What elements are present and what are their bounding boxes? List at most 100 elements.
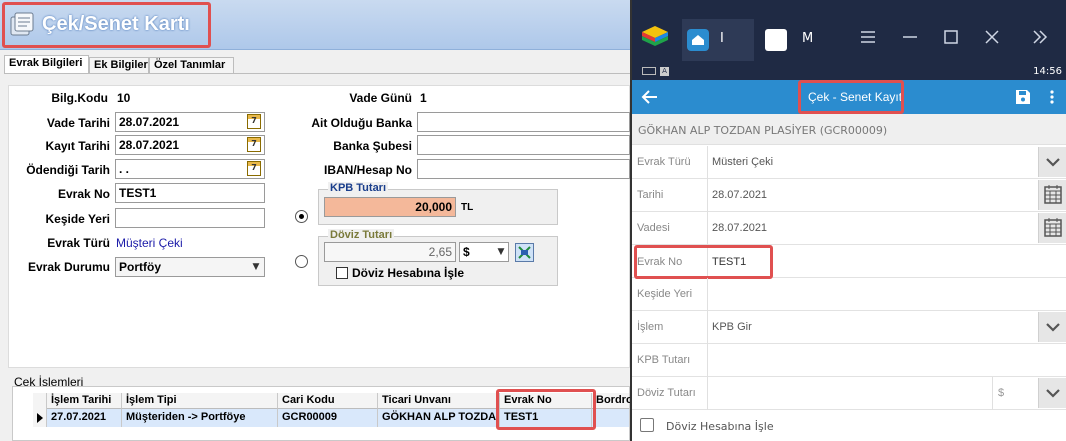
back-arrow-icon[interactable] [641,89,659,105]
ait-banka-input[interactable] [417,112,630,132]
emulator-tab-app[interactable]: M [760,19,832,61]
form-row[interactable]: İşlem KPB Gir [632,311,1066,344]
form-row[interactable]: Vadesi 28.07.2021 [632,212,1066,245]
kpb-currency: TL [461,202,474,213]
evrak-no-highlight [634,245,773,279]
tab-ek-bilgiler[interactable]: Ek Bilgiler [89,57,149,74]
table-cell[interactable]: 27.07.2021 [47,409,122,427]
form-row[interactable]: Evrak Türü Müsteri Çeki [632,146,1066,179]
row-pointer-icon [37,413,43,423]
evrak-no-input[interactable]: TEST1 [115,183,265,203]
keyboard-icon [642,67,656,75]
calendar-icon[interactable]: 7 [247,137,261,152]
chevron-down-icon[interactable] [1038,312,1066,342]
evrak-turu-label: Evrak Türü [637,156,691,168]
tab-evrak-bilgileri[interactable]: Evrak Bilgileri [4,55,89,74]
android-status-bar: A 14:56 [632,64,1066,80]
kpb-radio[interactable] [295,210,308,223]
col-islem-tarihi[interactable]: İşlem Tarihi [47,393,122,409]
banka-subesi-label: Banka Şubesi [333,139,412,153]
customer-name: GÖKHAN ALP TOZDAN PLASİYER (GCR00009) [638,124,888,137]
chevron-down-icon[interactable] [1038,378,1066,408]
col-cari-kodu[interactable]: Cari Kodu [278,393,378,409]
kayit-tarihi-input[interactable]: 28.07.2021 [115,135,265,155]
tarihi-value: 28.07.2021 [712,189,768,201]
iban-label: IBAN/Hesap No [323,163,412,177]
doviz-checkbox-label: Döviz Hesabına İşle [666,420,774,433]
save-icon[interactable] [1015,89,1031,105]
keside-yeri-label: Keşide Yeri [637,288,693,300]
expand-sidebar-icon[interactable] [1032,30,1048,44]
table-cell[interactable]: GCR00009 [278,409,378,427]
doviz-hesap-checkbox[interactable] [336,267,348,279]
chevron-down-icon[interactable] [1038,147,1066,177]
calendar-icon[interactable] [1038,213,1066,243]
banka-subesi-input[interactable] [417,135,630,155]
menu-icon[interactable] [860,30,876,44]
keside-yeri-label: Keşide Yeri [45,212,111,226]
minimize-icon[interactable] [902,30,918,44]
appbar-title-highlight [798,80,904,114]
form-row[interactable]: Keşide Yeri [632,278,1066,311]
calendar-icon[interactable]: 7 [247,114,261,129]
bilg-kodu-label: Bilg.Kodu [51,91,108,105]
separator [707,377,708,410]
calendar-icon[interactable] [1038,180,1066,210]
emulator-tab-label: I [720,31,724,46]
islem-label: İşlem [637,321,664,333]
emulator-tab-home[interactable]: I [682,19,754,61]
form-row[interactable]: Evrak No TEST1 [632,245,1066,279]
evrak-turu-value: Müşteri Çeki [116,236,183,250]
kpb-tutari-label: KPB Tutarı [637,354,691,366]
keside-yeri-input[interactable] [115,208,265,228]
table-cell[interactable]: Müşteriden -> Portföye [122,409,278,427]
app-thumbnail-icon [765,29,787,51]
form-row[interactable]: Döviz Tutarı $ [632,377,1066,410]
ait-banka-label: Ait Olduğu Banka [311,116,412,130]
form-row[interactable]: KPB Tutarı [632,344,1066,377]
evrak-no-label: Evrak No [57,187,110,201]
evrak-turu-label: Evrak Türü [47,236,110,250]
calendar-icon[interactable]: 7 [247,161,261,176]
separator [707,179,708,212]
home-icon [687,29,709,51]
doviz-radio[interactable] [295,255,308,268]
vadesi-value: 28.07.2021 [712,222,768,234]
vade-tarihi-input[interactable]: 28.07.2021 [115,112,265,132]
doviz-checkbox-row[interactable]: Döviz Hesabına İşle [632,410,1066,441]
doviz-tutari-label: Döviz Tutarı [637,387,696,399]
odendigi-tarih-input[interactable]: . . [115,159,265,179]
doviz-currency-value: $ [998,387,1005,399]
separator [707,344,708,377]
table-cell[interactable]: GÖKHAN ALP TOZDAN [378,409,500,427]
vade-gunu-label: Vade Günü [349,91,412,105]
evrak-durumu-select[interactable]: Portföy [115,257,265,277]
cek-senet-window: Çek/Senet Kartı Evrak Bilgileri Ek Bilgi… [0,0,630,441]
islem-value: KPB Gir [712,321,752,333]
doviz-checkbox[interactable] [640,418,654,432]
more-vert-icon[interactable] [1049,89,1055,105]
col-islem-tipi[interactable]: İşlem Tipi [122,393,278,409]
chevron-down-icon[interactable]: ▼ [249,258,263,276]
notification-icon: A [660,67,669,76]
kpb-title: KPB Tutarı [328,182,389,194]
tab-ozel-tanimlar[interactable]: Özel Tanımlar [149,57,234,74]
kpb-amount-input[interactable]: 20,000 [324,197,456,217]
col-bordro[interactable]: Bordro [592,393,630,409]
form-row[interactable]: Tarihi 28.07.2021 [632,179,1066,212]
exchange-rate-icon[interactable] [515,243,534,262]
doviz-amount-input[interactable]: 2,65 [324,242,456,262]
iban-input[interactable] [417,159,630,179]
doviz-title: Döviz Tutarı [328,229,395,241]
clock: 14:56 [1033,66,1062,77]
kayit-tarihi-label: Kayıt Tarihi [45,139,110,153]
close-icon[interactable] [984,30,1000,44]
separator [707,311,708,344]
table-cell[interactable] [592,409,630,427]
evrak-durumu-label: Evrak Durumu [27,260,110,274]
bilg-kodu-value: 10 [117,91,131,105]
maximize-icon[interactable] [943,30,959,44]
col-ticari-unvani[interactable]: Ticari Unvanı [378,393,500,409]
chevron-down-icon[interactable]: ▼ [494,243,508,261]
evrak-no-highlight [496,389,596,430]
